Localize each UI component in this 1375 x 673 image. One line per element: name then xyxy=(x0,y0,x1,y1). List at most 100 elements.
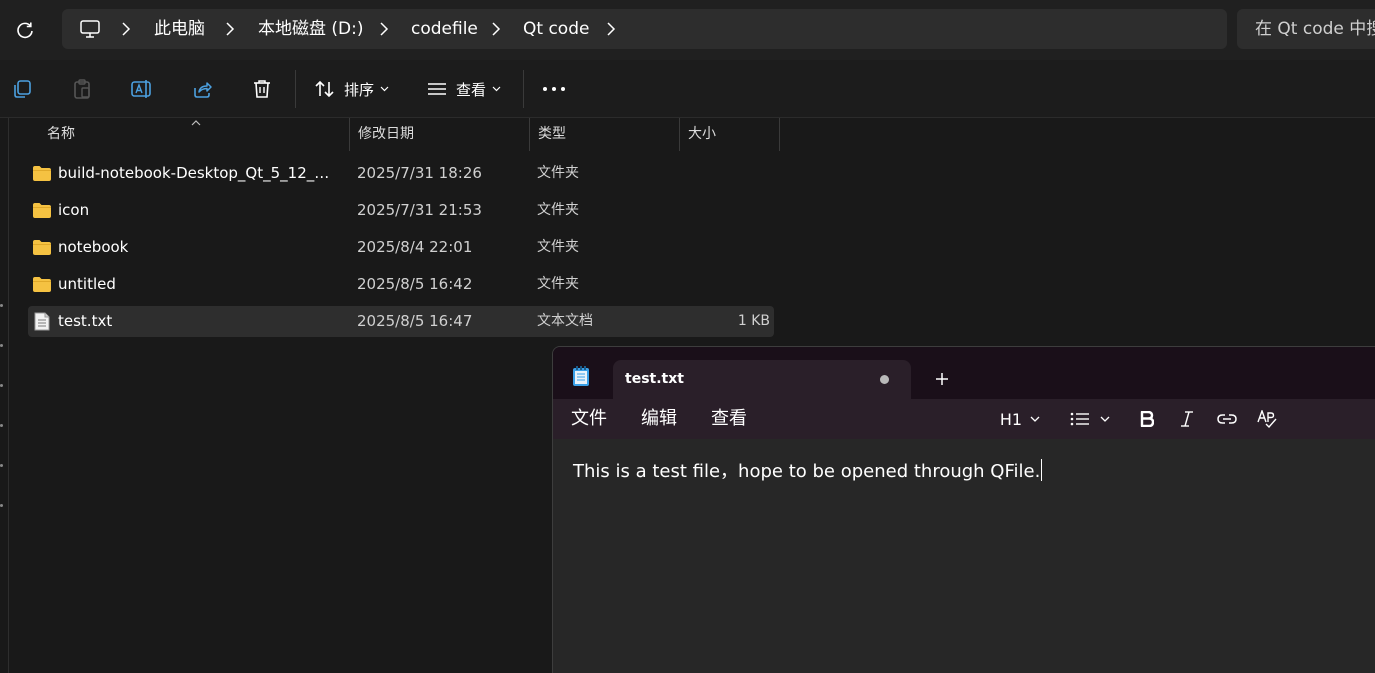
chevron-down-icon xyxy=(492,86,501,92)
folder-icon xyxy=(32,238,52,256)
paste-icon xyxy=(74,79,90,99)
file-modified-date: 2025/7/31 21:53 xyxy=(357,201,482,219)
notepad-app-icon xyxy=(573,366,589,386)
chevron-down-icon xyxy=(380,86,389,92)
more-options-button[interactable] xyxy=(542,77,566,101)
view-menu-button[interactable]: 查看 xyxy=(426,73,501,105)
link-icon xyxy=(1217,414,1237,424)
copy-icon xyxy=(14,80,31,98)
this-pc-icon[interactable] xyxy=(78,9,102,49)
menu-file[interactable]: 文件 xyxy=(571,399,607,439)
list-dropdown[interactable] xyxy=(1067,408,1113,430)
menu-edit[interactable]: 编辑 xyxy=(641,399,677,439)
share-button[interactable] xyxy=(190,77,214,101)
file-modified-date: 2025/8/4 22:01 xyxy=(357,238,473,256)
trash-icon xyxy=(254,80,270,98)
new-tab-button[interactable] xyxy=(931,368,953,390)
breadcrumb-local-disk[interactable]: 本地磁盘 (D:) xyxy=(258,9,364,49)
toolbar-divider xyxy=(523,70,524,108)
sort-menu-button[interactable]: 排序 xyxy=(314,73,389,105)
file-type: 文件夹 xyxy=(537,239,579,255)
file-type: 文件夹 xyxy=(537,165,579,181)
heading-dropdown[interactable]: H1 xyxy=(997,408,1043,430)
chevron-right-icon[interactable] xyxy=(603,9,619,49)
breadcrumb-codefile[interactable]: codefile xyxy=(411,9,478,49)
folder-icon xyxy=(32,164,52,182)
file-modified-date: 2025/8/5 16:42 xyxy=(357,275,473,293)
file-type: 文件夹 xyxy=(537,276,579,292)
link-button[interactable] xyxy=(1215,408,1239,430)
file-row[interactable]: untitled 2025/8/5 16:42 文件夹 xyxy=(28,269,774,300)
file-row[interactable]: notebook 2025/8/4 22:01 文件夹 xyxy=(28,232,774,263)
column-header-size[interactable]: 大小 xyxy=(680,118,780,151)
italic-button[interactable] xyxy=(1177,408,1197,430)
file-row[interactable]: build-notebook-Desktop_Qt_5_12_9_MinGW_6… xyxy=(28,158,774,189)
notepad-tab[interactable]: test.txt xyxy=(613,360,911,399)
delete-button[interactable] xyxy=(250,77,274,101)
file-type: 文本文档 xyxy=(537,313,593,329)
paste-button[interactable] xyxy=(70,77,94,101)
navigation-pane-edge xyxy=(0,118,12,673)
notepad-text-area[interactable]: This is a test file，hope to be opened th… xyxy=(553,439,1375,673)
chevron-right-icon[interactable] xyxy=(488,9,504,49)
file-row-selected[interactable]: test.txt 2025/8/5 16:47 文本文档 1 KB xyxy=(28,306,774,337)
file-name: icon xyxy=(58,201,90,219)
command-bar: 排序 查看 xyxy=(0,60,1375,118)
chevron-right-icon[interactable] xyxy=(376,9,392,49)
spellcheck-icon xyxy=(1257,410,1277,428)
file-row[interactable]: icon 2025/7/31 21:53 文件夹 xyxy=(28,195,774,226)
address-bar: 此电脑 本地磁盘 (D:) codefile Qt code xyxy=(0,0,1375,60)
file-modified-date: 2025/7/31 18:26 xyxy=(357,164,482,182)
share-icon xyxy=(194,82,212,98)
spellcheck-button[interactable] xyxy=(1255,408,1279,430)
bold-icon xyxy=(1140,411,1154,427)
column-header-name[interactable]: 名称 xyxy=(28,118,350,151)
italic-icon xyxy=(1181,411,1193,427)
chevron-right-icon[interactable] xyxy=(222,9,238,49)
file-name: notebook xyxy=(58,238,129,256)
notepad-menubar: 文件 编辑 查看 H1 xyxy=(553,399,1375,439)
unsaved-indicator-icon[interactable] xyxy=(880,375,889,384)
document-text[interactable]: This is a test file，hope to be opened th… xyxy=(573,457,1043,483)
bulleted-list-icon xyxy=(1070,412,1089,426)
nav-indicator xyxy=(0,304,3,307)
copy-button[interactable] xyxy=(10,77,34,101)
pane-divider xyxy=(8,118,9,673)
chevron-down-icon xyxy=(1030,416,1040,422)
search-input[interactable] xyxy=(1237,9,1375,49)
rename-icon xyxy=(131,80,151,98)
column-header-date[interactable]: 修改日期 xyxy=(350,118,530,151)
search-box[interactable] xyxy=(1237,9,1375,49)
file-type: 文件夹 xyxy=(537,202,579,218)
sort-label: 排序 xyxy=(344,80,375,99)
heading-label: H1 xyxy=(999,409,1023,429)
file-name: test.txt xyxy=(58,312,113,330)
more-icon xyxy=(543,87,565,91)
column-header-type[interactable]: 类型 xyxy=(530,118,680,151)
nav-indicator xyxy=(0,504,3,507)
menu-view[interactable]: 查看 xyxy=(711,399,747,439)
plus-icon xyxy=(936,373,948,385)
document-content: This is a test file，hope to be opened th… xyxy=(573,461,1041,482)
text-file-icon xyxy=(32,312,52,330)
text-caret xyxy=(1041,459,1043,481)
rename-button[interactable] xyxy=(130,77,154,101)
notepad-window: test.txt 文件 编辑 查看 H1 This is a test file… xyxy=(552,346,1375,673)
breadcrumb-qt-code[interactable]: Qt code xyxy=(523,9,589,49)
view-label: 查看 xyxy=(456,80,487,99)
sort-ascending-icon xyxy=(191,120,201,126)
file-name: build-notebook-Desktop_Qt_5_12_9_MinGW_6… xyxy=(58,164,338,182)
tab-title: test.txt xyxy=(625,371,684,387)
refresh-button[interactable] xyxy=(12,17,38,43)
breadcrumb-this-pc[interactable]: 此电脑 xyxy=(154,9,205,49)
folder-icon xyxy=(32,201,52,219)
chevron-right-icon[interactable] xyxy=(118,9,134,49)
view-list-icon xyxy=(428,83,446,95)
bold-button[interactable] xyxy=(1137,408,1157,430)
file-modified-date: 2025/8/5 16:47 xyxy=(357,312,473,330)
toolbar-divider xyxy=(295,70,296,108)
notepad-titlebar[interactable]: test.txt xyxy=(553,347,1375,399)
chevron-down-icon xyxy=(1100,416,1110,422)
breadcrumb[interactable]: 此电脑 本地磁盘 (D:) codefile Qt code xyxy=(62,9,1227,49)
nav-indicator xyxy=(0,384,3,387)
